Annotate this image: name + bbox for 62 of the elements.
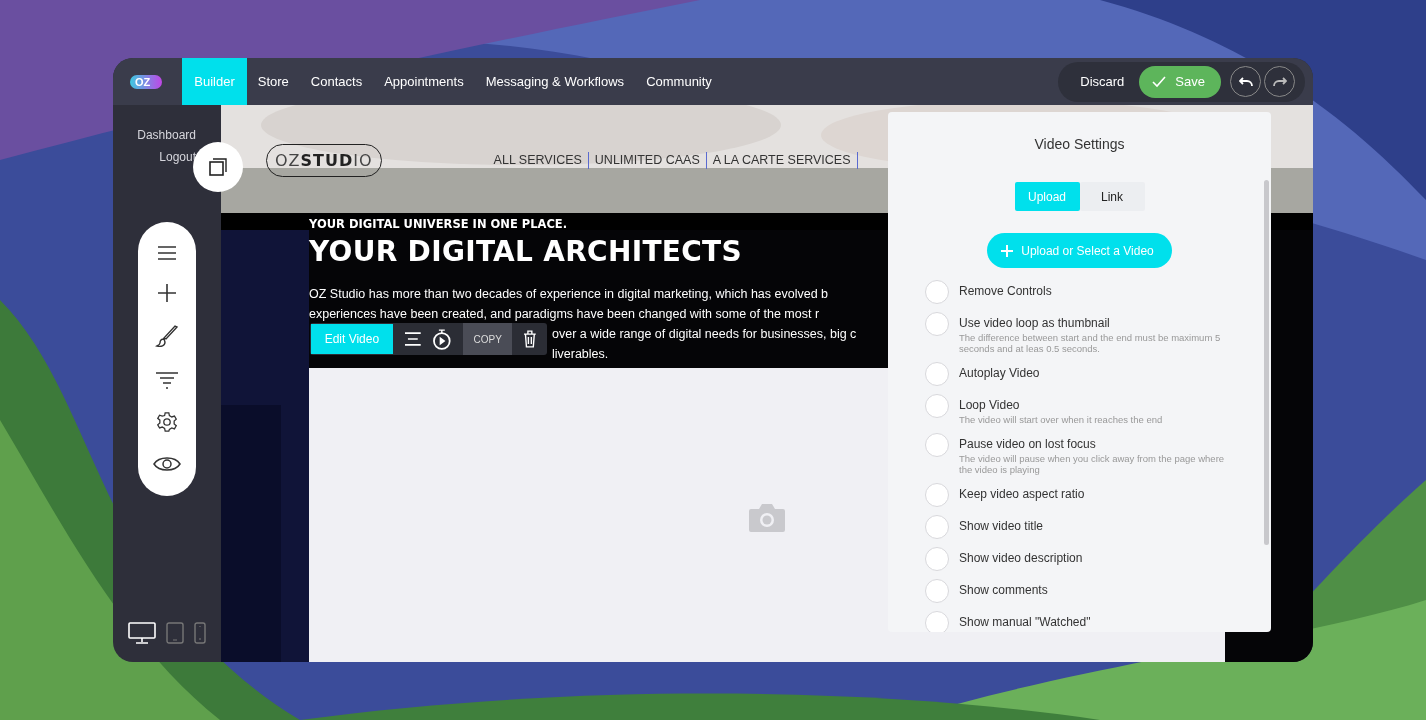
- timer-icon[interactable]: [432, 328, 453, 350]
- radio-button[interactable]: [925, 394, 949, 418]
- paragraph-line: OZ Studio has more than two decades of experience in digital marketing, which has evolved b: [309, 287, 829, 301]
- eye-icon[interactable]: [153, 455, 181, 473]
- option-description: The video will start over when it reaches the end: [959, 414, 1164, 425]
- radio-button[interactable]: [925, 579, 949, 603]
- site-nav-link[interactable]: A LA CARTE SERVICES: [706, 151, 858, 169]
- redo-icon: [1272, 76, 1287, 87]
- check-icon: [1151, 74, 1168, 89]
- filter-icon[interactable]: [155, 371, 179, 389]
- paragraph-line: experiences have been created, and paradigms have been changed with some of the most r: [309, 307, 820, 321]
- hero-heading: YOUR DIGITAL ARCHITECTS: [309, 234, 742, 270]
- phone-icon[interactable]: [194, 622, 206, 644]
- eyebrow-text: YOUR DIGITAL UNIVERSE IN ONE PLACE.: [309, 217, 568, 232]
- option-label: Loop Video: [959, 398, 1021, 412]
- desktop-icon[interactable]: [128, 622, 156, 644]
- option-label: Show manual "Watched": [959, 615, 1092, 629]
- sidebar-link[interactable]: Logout: [159, 150, 196, 164]
- radio-button[interactable]: [925, 433, 949, 457]
- option-label: Show video description: [959, 551, 1084, 565]
- option-label: Keep video aspect ratio: [959, 487, 1086, 501]
- brush-icon[interactable]: [155, 325, 179, 349]
- duplicate-icon: [209, 158, 227, 176]
- settings-icon[interactable]: [156, 411, 178, 433]
- option-label: Pause video on lost focus: [959, 437, 1097, 451]
- discard-button[interactable]: Discard: [1074, 73, 1131, 90]
- align-icon[interactable]: [403, 332, 422, 346]
- radio-button[interactable]: [925, 611, 949, 632]
- sidebar-link[interactable]: Dashboard: [137, 128, 196, 142]
- panel-title: Video Settings: [1033, 136, 1126, 152]
- option-label: Show comments: [959, 583, 1049, 597]
- menu-icon[interactable]: [157, 245, 177, 261]
- radio-button[interactable]: [925, 515, 949, 539]
- option-description: The video will pause when you click away from the page where the video is playing: [959, 453, 1226, 475]
- trash-icon[interactable]: [523, 330, 537, 348]
- radio-button[interactable]: [925, 312, 949, 336]
- radio-button[interactable]: [925, 362, 949, 386]
- scrollbar[interactable]: [1264, 180, 1269, 545]
- site-nav-link[interactable]: ALL SERVICES: [493, 151, 589, 169]
- paragraph-line: over a wide range of digital needs for businesses, big c: [552, 327, 857, 341]
- plus-icon: [1001, 244, 1014, 257]
- radio-button[interactable]: [925, 280, 949, 304]
- nav-tab[interactable]: Store: [246, 58, 300, 105]
- radio-button[interactable]: [925, 483, 949, 507]
- option-description: The difference between start and the end must be maximum 5 seconds and at leas 0.5 seconds.: [959, 332, 1222, 354]
- radio-button[interactable]: [925, 547, 949, 571]
- copy-button[interactable]: COPY: [463, 323, 513, 355]
- option-label: Remove Controls: [959, 284, 1053, 298]
- source-tab[interactable]: Link: [1079, 182, 1145, 211]
- nav-tab[interactable]: Contacts: [299, 58, 374, 105]
- site-nav-link[interactable]: UNLIMITED CAAS: [588, 151, 707, 169]
- camera-icon: [748, 503, 786, 533]
- option-label: Use video loop as thumbnail: [959, 316, 1111, 330]
- option-label: Show video title: [959, 519, 1045, 533]
- option-label: Autoplay Video: [959, 366, 1041, 380]
- tablet-icon[interactable]: [166, 622, 184, 644]
- undo-icon: [1238, 76, 1253, 87]
- nav-tab[interactable]: Community: [635, 58, 723, 105]
- paragraph-line: liverables.: [552, 347, 609, 361]
- nav-tab[interactable]: Messaging & Workflows: [474, 58, 636, 105]
- nav-tab[interactable]: Appointments: [373, 58, 475, 105]
- add-icon[interactable]: [157, 283, 177, 303]
